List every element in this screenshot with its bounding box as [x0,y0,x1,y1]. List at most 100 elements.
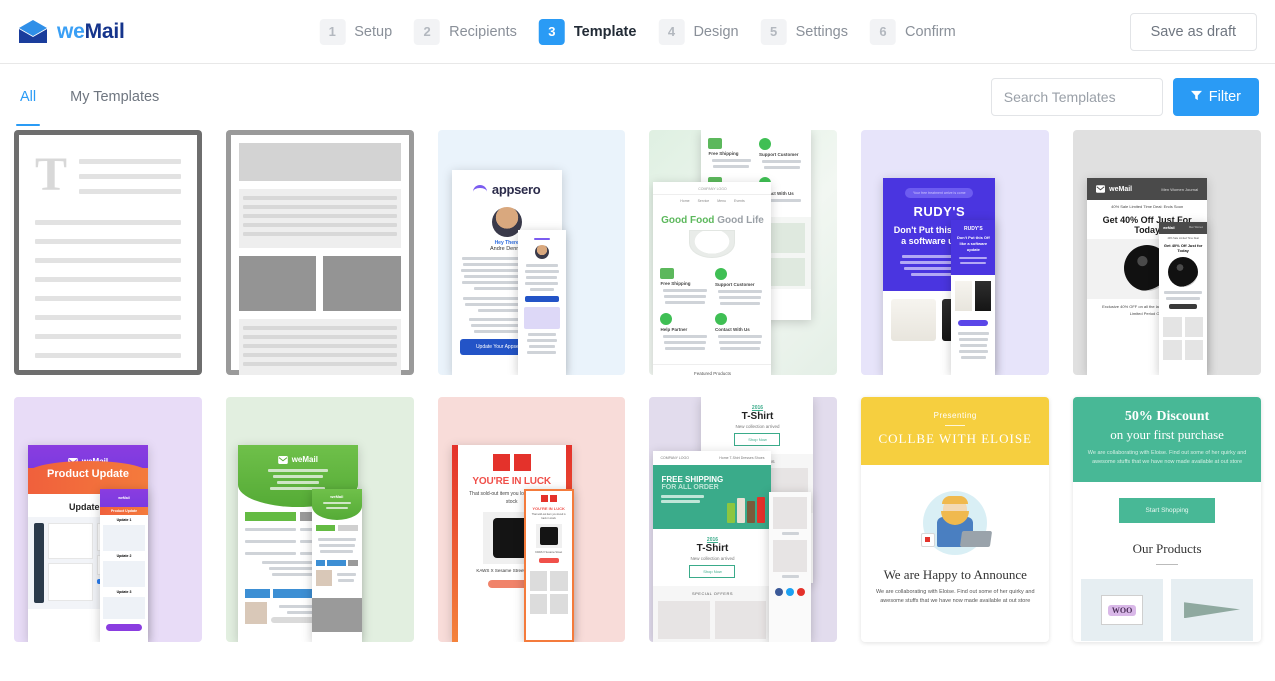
tab-my-templates[interactable]: My Templates [66,89,163,126]
step-design-number: 4 [658,18,685,45]
rudys-pill: Your free treatment arrive is come [905,188,974,198]
food-feature-a: Free Shipping [660,281,691,286]
template-card-uniqlo[interactable]: YOU'RE IN LUCK That sold-out item you lo… [437,397,626,642]
step-setup-label: Setup [354,23,393,40]
discount-section: Our Products [1132,540,1202,556]
good-food-preview: Free Shipping Support Customer Contact W… [649,130,837,375]
template-card-blank-layout[interactable] [225,130,414,375]
watch-nav: Men Women Journal [1161,186,1199,192]
ship-sub-top: New collection arrived [735,424,780,429]
appsero-logo: appsero [452,170,562,203]
layout-header-block [238,143,401,181]
watch-brand: weMail [1096,185,1132,193]
ship-cta: Shop Now [689,565,736,578]
food-feature-b: Support Customer [714,282,755,287]
step-setup-number: 1 [319,18,346,45]
step-confirm[interactable]: 6 Confirm [869,18,956,45]
template-card-wemail-watch[interactable]: weMail Men Women Journal 40% Sale Limite… [1073,130,1261,375]
uniqlo-preview: YOU'RE IN LUCK That sold-out item you lo… [438,397,626,642]
discount-body: We are collaborating with Eloise. Find o… [1087,450,1247,466]
eloise-preview: Presenting COLLBE WITH ELOISE We are Hap… [861,397,1050,642]
template-grid: T appsero Hey There Andre Dennis Update … [0,130,1275,642]
text-template-heading-lines [79,155,181,204]
discount-cta-button: Start Shopping [1119,497,1216,523]
plain-text-preview: T [14,130,202,375]
template-card-plain-text[interactable]: T [14,130,202,375]
food-title-green: Good Food [661,215,715,226]
step-setup[interactable]: 1 Setup [319,18,393,45]
step-recipients-number: 2 [414,18,441,45]
save-as-draft-button[interactable]: Save as draft [1129,12,1257,51]
step-design-label: Design [693,23,739,40]
ship-sub: New collection arrived [690,556,735,561]
appsero-arc-icon [472,185,487,194]
ship-section: SPECIAL OFFERS [691,591,734,596]
discount-preview: 50% Discount on your first purchase We a… [1073,397,1261,642]
food-feature-2: Support Customer [758,152,799,157]
layout-image-row [238,256,401,311]
eloise-announce: We are Happy to Announce [883,567,1027,582]
uniqlo-logo [452,445,572,476]
template-card-product-update[interactable]: weMail Product Update Update 1 [14,397,202,642]
brand-logo[interactable]: weMail [18,19,125,45]
layout-text-block-bottom [238,319,401,375]
step-settings-label: Settings [795,23,848,40]
eloise-body: We are collaborating with Eloise. Find o… [875,589,1035,604]
filter-button[interactable]: Filter [1172,78,1259,116]
step-confirm-number: 6 [869,18,896,45]
watch-preview: weMail Men Women Journal 40% Sale Limite… [1073,130,1261,375]
template-card-good-food[interactable]: Free Shipping Support Customer Contact W… [649,130,838,375]
ship-hero-line2: FOR ALL ORDER [661,484,719,491]
food-title-gray: Good Life [717,215,764,226]
ship-hero: FREE SHIPPING FOR ALL ORDER [653,465,772,529]
template-card-free-shipping[interactable]: 2016 T-Shirt New collection arrived Shop… [649,397,838,642]
ship-nav: COMPANY LOGO Home T-Shirt Dresses Shoes [660,456,765,460]
step-template[interactable]: 3 Template [538,18,636,45]
discount-h2: on your first purchase [1110,427,1224,442]
brand-we: we [57,19,85,43]
brand-mail: Mail [84,19,125,43]
free-shipping-preview: 2016 T-Shirt New collection arrived Shop… [649,397,837,642]
ship-product-top: T-Shirt [741,411,774,422]
envelope-icon [18,19,48,45]
toolbar-actions: Filter [990,78,1259,116]
illustration-man-with-laptop [913,487,997,561]
text-template-body-lines [35,220,181,358]
invoice-brand-text: weMail [291,455,318,464]
step-confirm-label: Confirm [904,23,956,40]
ship-product: T-Shirt [696,543,729,554]
app-header: weMail 1 Setup 2 Recipients 3 Template 4… [0,0,1275,64]
discount-header: 50% Discount on your first purchase We a… [1073,397,1261,482]
step-recipients[interactable]: 2 Recipients [414,18,517,45]
ship-hero-line1: FREE SHIPPING [661,475,724,484]
step-design[interactable]: 4 Design [658,18,739,45]
step-settings[interactable]: 5 Settings [760,18,848,45]
pennant-icon [1184,602,1241,619]
tab-all[interactable]: All [16,89,41,126]
step-settings-number: 5 [760,18,787,45]
template-card-rudys[interactable]: Your free treatment arrive is come RUDY'… [861,130,1050,375]
update-hero-title: Product Update [47,468,129,480]
template-card-collbe-eloise[interactable]: Presenting COLLBE WITH ELOISE We are Hap… [861,397,1050,642]
template-card-appsero[interactable]: appsero Hey There Andre Dennis Update Yo… [437,130,626,375]
discount-products: WOO [1073,565,1261,642]
blank-layout-preview [225,130,414,375]
invoice-bill-to [244,512,296,521]
ship-cta-top: Shop Now [734,433,781,446]
product-wordpress [1171,579,1253,642]
step-template-number: 3 [538,18,565,45]
food-footer: Featured Products [653,364,772,375]
step-recipients-label: Recipients [449,23,517,40]
template-card-discount-50[interactable]: 50% Discount on your first purchase We a… [1073,397,1261,642]
invoice-address [238,469,358,490]
watch-brand-text: weMail [1109,185,1133,193]
rudys-brand: RUDY'S [913,204,966,219]
template-card-wemail-invoice[interactable]: weMail weMail [225,397,414,642]
search-input[interactable] [990,78,1163,116]
layout-text-block-top [238,189,401,248]
product-update-preview: weMail Product Update Update 1 [14,397,202,642]
templates-toolbar: All My Templates Filter [0,64,1275,130]
food-feature-c: Help Partner [660,327,688,332]
uniqlo-headline: YOU'RE IN LUCK [472,476,551,487]
food-bowl-image [689,230,736,258]
